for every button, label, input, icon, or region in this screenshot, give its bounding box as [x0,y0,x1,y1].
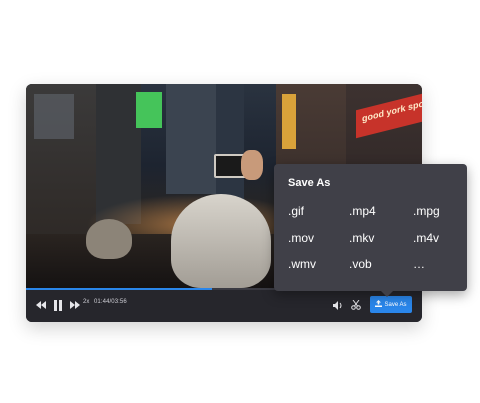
controls-bar: 2x 01:44/03:56 Save As [26,288,422,322]
save-as-panel-caret [381,291,393,297]
upload-icon [375,300,383,309]
save-as-title: Save As [288,177,331,189]
save-as-label: Save As [384,301,407,308]
format-option-wmv[interactable]: .wmv [288,257,316,271]
scissors-icon [351,300,361,310]
volume-button[interactable] [332,297,344,313]
rewind-icon [36,301,46,309]
person-hood [171,194,271,288]
format-option-vob[interactable]: .vob [349,257,372,271]
save-as-button[interactable]: Save As [370,296,412,313]
playback-speed[interactable]: 2x [83,299,89,305]
format-option-mov[interactable]: .mov [288,231,314,245]
cut-button[interactable] [350,297,362,313]
person-cap [86,219,132,259]
format-option-mp4[interactable]: .mp4 [349,204,376,218]
yellow-sign [282,94,296,149]
format-option-mpg[interactable]: .mpg [413,204,440,218]
green-billboard [136,92,162,128]
building-center [166,84,216,194]
pause-icon [53,299,63,311]
rewind-button[interactable] [35,297,47,313]
time-display: 01:44/03:56 [94,299,127,305]
building-left-window [34,94,74,139]
format-option-mkv[interactable]: .mkv [349,231,374,245]
format-option-more[interactable]: … [413,257,425,271]
hand [241,150,263,180]
progress-fill [26,288,213,290]
fast-forward-icon [70,301,80,309]
pause-button[interactable] [52,297,64,313]
save-as-panel: Save As .gif .mp4 .mpg .mov .mkv .m4v .w… [274,164,467,291]
format-option-gif[interactable]: .gif [288,204,304,218]
volume-icon [333,300,343,310]
fast-forward-button[interactable] [69,297,81,313]
format-option-m4v[interactable]: .m4v [413,231,439,245]
